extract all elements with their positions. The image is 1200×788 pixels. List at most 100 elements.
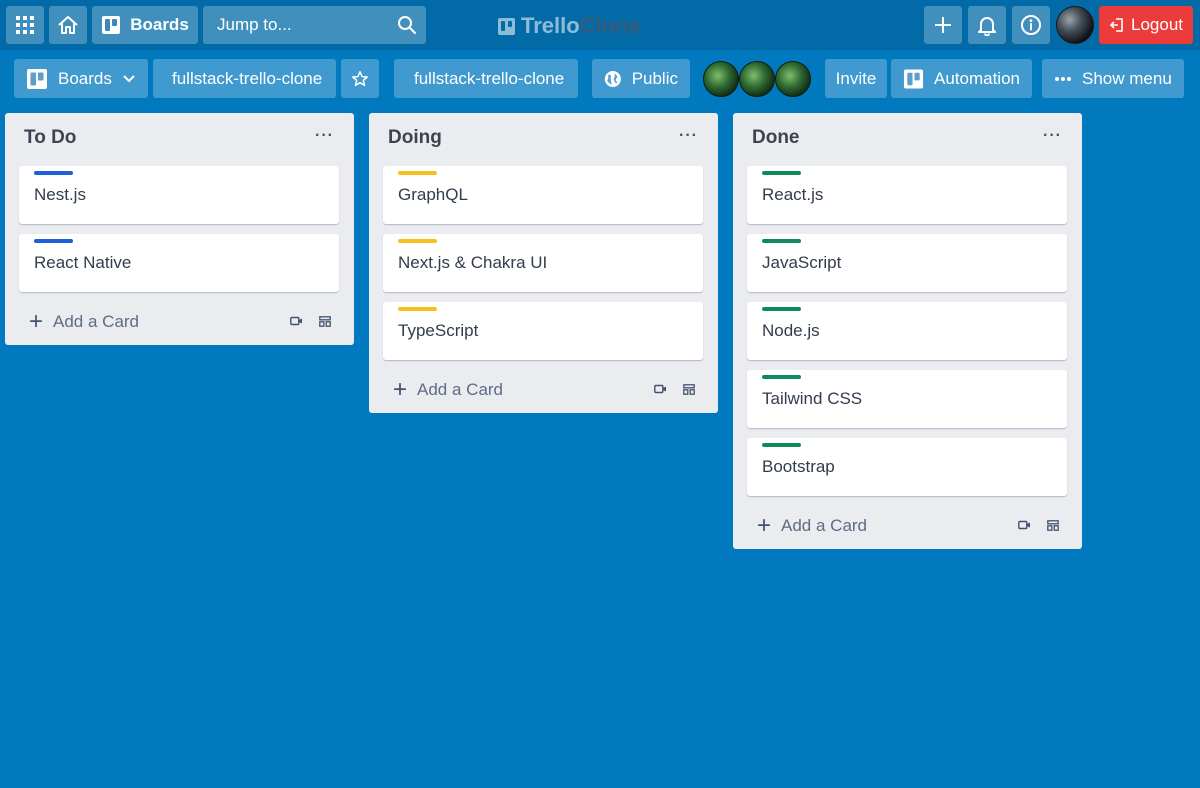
card-title: TypeScript [398,321,479,340]
list-doing[interactable]: Doing ··· GraphQL Next.js & Chakra UI Ty… [369,113,718,413]
info-button[interactable] [1012,6,1050,44]
show-menu-label: Show menu [1082,68,1172,88]
globe-icon [604,70,621,87]
list-menu-button[interactable]: ··· [679,127,698,145]
card[interactable]: TypeScript [383,302,703,360]
card[interactable]: Nest.js [19,166,339,224]
add-card-label: Add a Card [53,312,140,331]
plus-icon: + [757,512,772,539]
create-button[interactable] [924,6,962,44]
card-title: Tailwind CSS [762,389,863,408]
automation-button[interactable]: Automation [891,59,1032,98]
grid-icon [16,16,34,34]
logout-icon [1110,18,1123,32]
board-name: fullstack-trello-clone [172,68,323,88]
video-icon[interactable] [290,316,303,326]
card-title: Node.js [762,321,820,340]
top-navbar: Boards Jump to... TrelloClone Logout [0,0,1200,50]
add-card-label: Add a Card [781,516,868,535]
home-button[interactable] [49,6,87,44]
card[interactable]: GraphQL [383,166,703,224]
more-icon [1055,76,1071,81]
card-label [762,375,801,379]
show-menu-button[interactable]: Show menu [1042,59,1184,98]
card-title: React Native [34,253,132,272]
home-icon [58,16,78,34]
board-name-button[interactable]: fullstack-trello-clone [153,59,336,98]
info-icon [1021,15,1041,35]
card[interactable]: Next.js & Chakra UI [383,234,703,292]
search-icon [398,16,417,35]
card[interactable]: Node.js [747,302,1067,360]
template-icon[interactable] [1047,520,1059,531]
board-switcher-label: Boards [58,68,112,88]
card-label [762,443,801,447]
card[interactable]: Tailwind CSS [747,370,1067,428]
card-label [398,307,437,311]
invite-button[interactable]: Invite [825,59,887,98]
card-label [762,239,801,243]
template-icon[interactable] [683,384,695,395]
card-title: Nest.js [34,185,86,204]
member-avatar[interactable] [775,61,811,97]
search-placeholder: Jump to... [217,15,292,34]
boards-button[interactable]: Boards [92,6,198,44]
member-avatar[interactable] [703,61,739,97]
list-to-do[interactable]: To Do ··· Nest.js React Native + Add a C… [5,113,354,345]
card-label [34,171,73,175]
notifications-button[interactable] [968,6,1006,44]
video-icon[interactable] [1018,520,1031,530]
search-input[interactable]: Jump to... [203,6,426,44]
trello-logo-icon [498,17,515,35]
boards-label: Boards [130,15,189,34]
board-icon [27,68,47,89]
logo-text-trello: Trello [521,13,580,38]
card-label [34,239,73,243]
card-title: JavaScript [762,253,842,272]
list-menu-button[interactable]: ··· [1043,127,1062,145]
add-card-button[interactable]: + Add a Card [393,378,503,402]
card[interactable]: Bootstrap [747,438,1067,496]
user-avatar[interactable] [1056,6,1094,44]
workspace-button[interactable]: fullstack-trello-clone [394,59,578,98]
chevron-down-icon [123,74,135,82]
list-title[interactable]: Done [752,127,800,149]
plus-icon [935,17,951,33]
card-title: React.js [762,185,824,204]
member-avatar[interactable] [739,61,775,97]
card-title: GraphQL [398,185,468,204]
add-card-button[interactable]: + Add a Card [29,310,139,334]
plus-icon: + [29,308,44,335]
logout-button[interactable]: Logout [1099,6,1193,44]
list-title[interactable]: To Do [24,127,76,149]
board-switcher-button[interactable]: Boards [14,59,148,98]
logout-label: Logout [1131,15,1183,34]
video-icon[interactable] [654,384,667,394]
list-menu-button[interactable]: ··· [315,127,334,145]
card-label [398,239,437,243]
star-icon [352,70,368,86]
visibility-button[interactable]: Public [592,59,690,98]
card-title: Next.js & Chakra UI [398,253,548,272]
add-card-button[interactable]: + Add a Card [757,514,867,538]
card-label [762,171,801,175]
invite-label: Invite [835,68,877,88]
template-icon[interactable] [319,316,331,327]
bell-icon [978,17,996,36]
card-title: Bootstrap [762,457,835,476]
automation-icon [903,68,924,89]
workspace-name: fullstack-trello-clone [414,68,565,88]
card[interactable]: JavaScript [747,234,1067,292]
board-icon [102,16,121,34]
card[interactable]: React Native [19,234,339,292]
list-done[interactable]: Done ··· React.js JavaScript Node.js Tai… [733,113,1082,549]
card-label [398,171,437,175]
logo-text-clone: Clone [579,13,641,38]
board-members [703,59,813,98]
apps-menu-button[interactable] [6,6,44,44]
card[interactable]: React.js [747,166,1067,224]
list-title[interactable]: Doing [388,127,442,149]
app-logo[interactable]: TrelloClone [498,12,641,40]
visibility-label: Public [631,68,678,88]
star-board-button[interactable] [341,59,379,98]
